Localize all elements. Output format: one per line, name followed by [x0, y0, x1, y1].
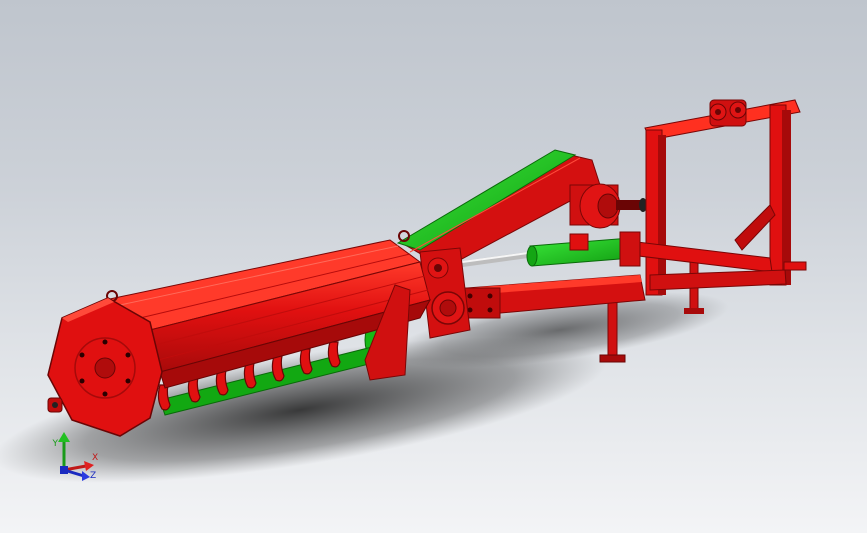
hitch-frame	[619, 99, 807, 296]
x-axis-label: X	[92, 453, 98, 463]
triad-origin	[60, 466, 68, 474]
z-axis-label: Z	[90, 471, 96, 481]
y-axis-label: Y	[52, 439, 59, 449]
cad-viewport[interactable]: Y X Z	[0, 0, 867, 533]
cad-scene[interactable]: Y X Z	[0, 0, 867, 533]
gearbox	[569, 183, 647, 229]
